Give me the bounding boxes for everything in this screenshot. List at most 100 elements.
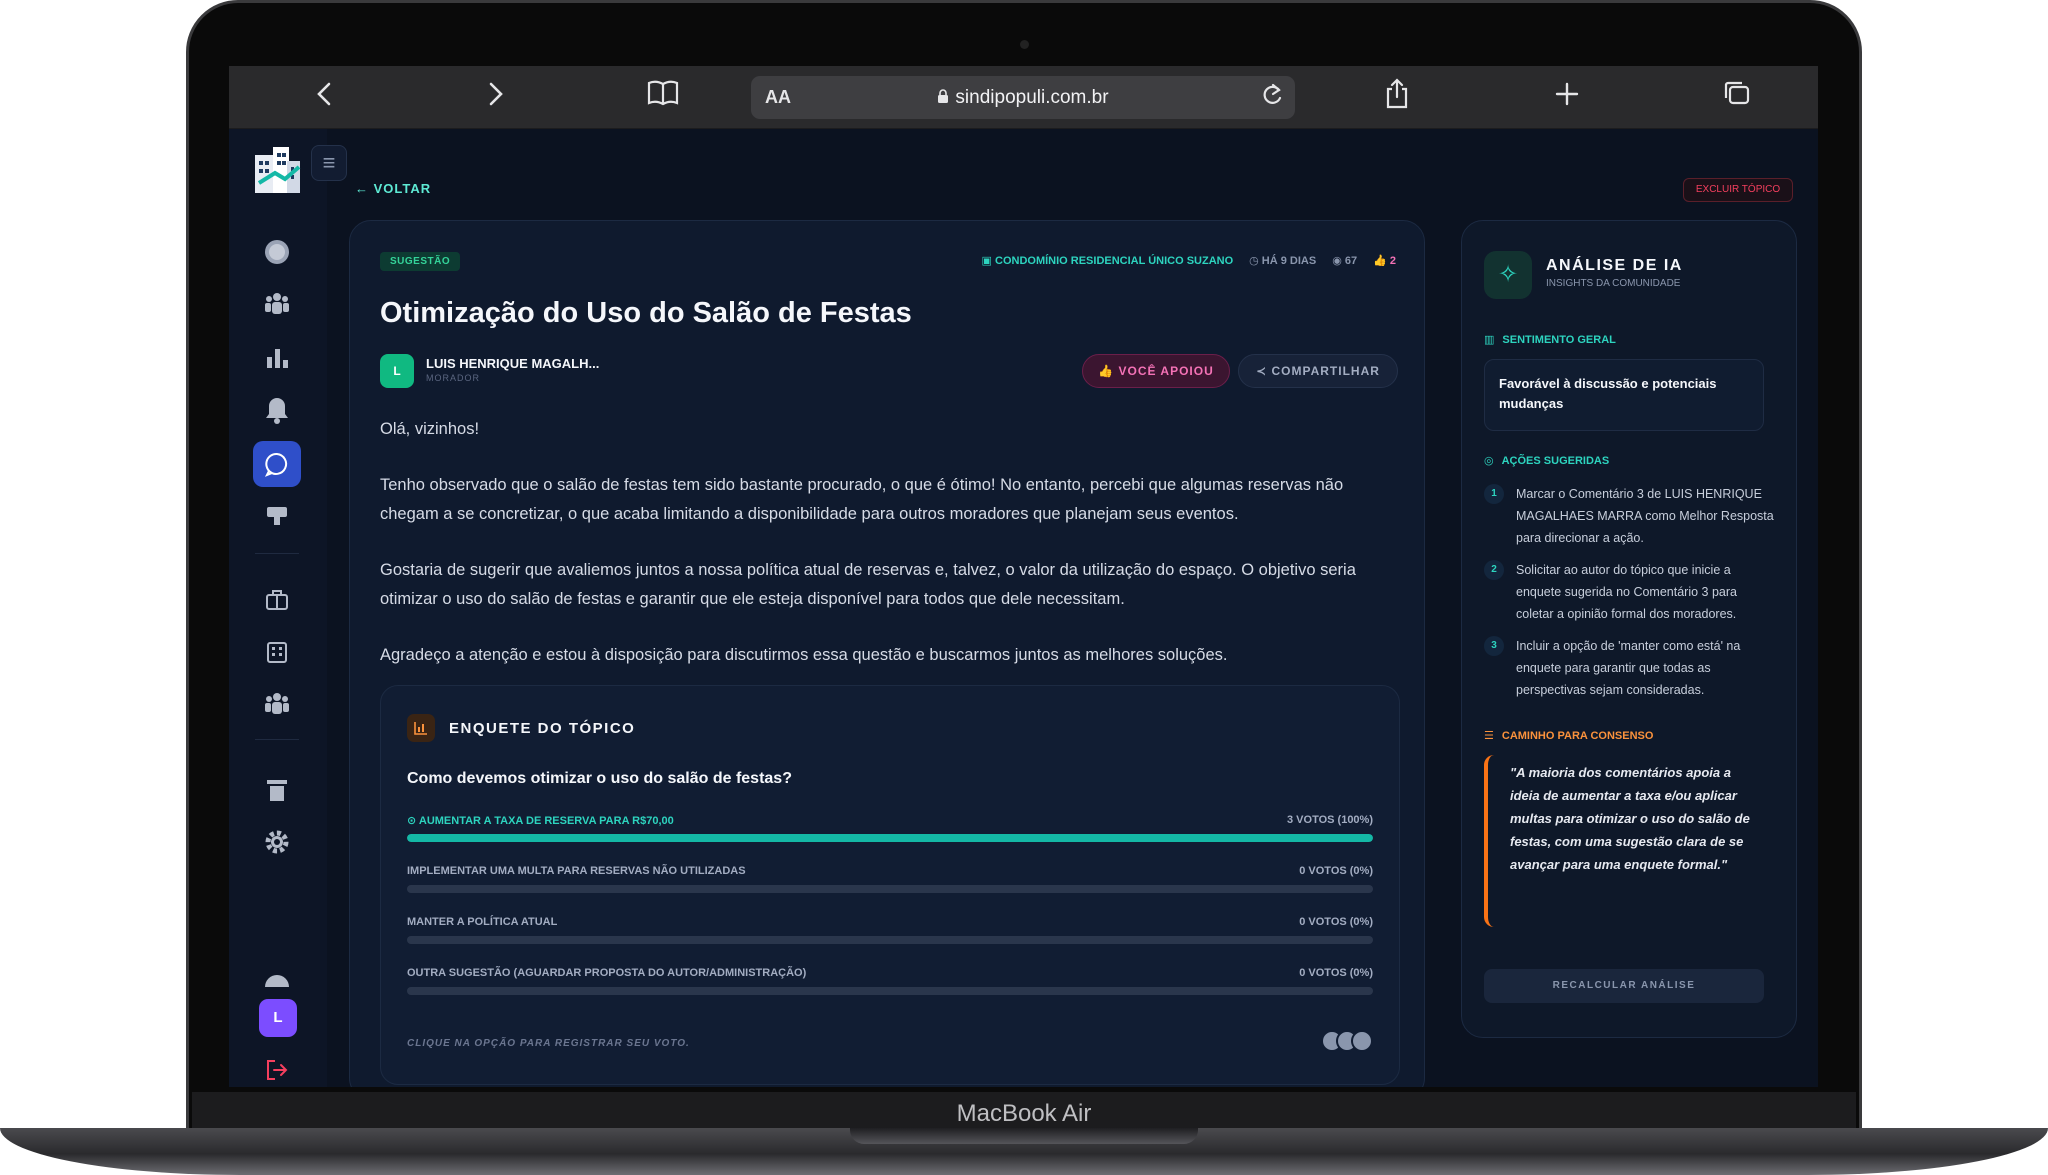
poll-option-label: IMPLEMENTAR UMA MULTA PARA RESERVAS NÃO … [407, 865, 746, 877]
url-text: sindipopuli.com.br [751, 87, 1295, 109]
actions-heading: ◎ AÇÕES SUGERIDAS [1484, 454, 1610, 468]
gear-icon[interactable] [253, 819, 301, 865]
logout-icon[interactable] [253, 1047, 301, 1087]
chat-icon[interactable] [253, 441, 301, 487]
chevron-right-icon[interactable] [475, 78, 515, 118]
poll-option-label: MANTER A POLÍTICA ATUAL [407, 916, 558, 928]
action-number: 1 [1484, 484, 1504, 504]
sentiment-heading: ▥ SENTIMENTO GERAL [1484, 333, 1616, 347]
voter-avatars [1321, 1030, 1373, 1052]
briefcase-icon[interactable] [253, 577, 301, 623]
recalculate-button[interactable]: RECALCULAR ANÁLISE [1484, 969, 1764, 1003]
body-paragraph: Agradeço a atenção e estou à disposição … [380, 646, 1228, 664]
poll-option-bar [407, 834, 1373, 842]
poll-option-label: OUTRA SUGESTÃO (AGUARDAR PROPOSTA DO AUT… [407, 967, 807, 979]
delete-topic-button[interactable]: EXCLUIR TÓPICO [1683, 178, 1793, 202]
back-link[interactable]: ← VOLTAR [355, 181, 431, 196]
url-value: sindipopuli.com.br [955, 87, 1109, 108]
app-logo[interactable] [251, 141, 303, 197]
device-label: MacBook Air [956, 1100, 1092, 1127]
poll-option-bar [407, 885, 1373, 893]
poll-option-votes: 3 VOTOS (100%) [1287, 814, 1373, 826]
poll-chart-icon [407, 714, 435, 742]
building-icon: ▣ [981, 255, 995, 267]
author-name[interactable]: LUIS HENRIQUE MAGALH... [426, 356, 599, 371]
poll-title: ENQUETE DO TÓPICO [449, 720, 636, 737]
laptop-chin: MacBook Air [192, 1092, 1856, 1130]
suggested-action: 1 Marcar o Comentário 3 de LUIS HENRIQUE… [1484, 483, 1774, 549]
voter-avatar [1351, 1030, 1373, 1052]
poll-option-bar [407, 936, 1373, 944]
poll-question: Como devemos otimizar o uso do salão de … [407, 770, 792, 787]
sidebar-divider [255, 739, 299, 740]
user-avatar[interactable]: L [259, 999, 297, 1037]
chevron-left-icon[interactable] [305, 78, 345, 118]
book-icon[interactable] [643, 78, 683, 118]
category-tag: SUGESTÃO [380, 252, 461, 271]
building-icon[interactable] [253, 629, 301, 675]
body-paragraph: Gostaria de sugerir que avaliemos juntos… [380, 561, 1356, 608]
chart-icon[interactable] [253, 335, 301, 381]
user-icon[interactable] [253, 957, 301, 1003]
consensus-heading: ☰ CAMINHO PARA CONSENSO [1484, 729, 1654, 743]
action-text: Incluir a opção de 'manter como está' na… [1516, 639, 1741, 697]
camera [1020, 40, 1029, 49]
bell-icon[interactable] [253, 387, 301, 433]
tabs-icon[interactable] [1717, 78, 1757, 118]
action-number: 2 [1484, 560, 1504, 580]
thumbs-up-icon: 👍 [1373, 255, 1390, 267]
plus-icon[interactable] [1547, 78, 1587, 118]
suggested-action: 3 Incluir a opção de 'manter como está' … [1484, 635, 1774, 701]
ai-title: ANÁLISE DE IA [1546, 257, 1683, 274]
list-icon: ☰ [1484, 730, 1494, 742]
poll-option-votes: 0 VOTOS (0%) [1299, 967, 1373, 979]
url-bar[interactable]: AA sindipopuli.com.br [751, 76, 1295, 119]
share-icon[interactable] [1377, 78, 1417, 118]
sparkles-icon: ✧ [1484, 251, 1532, 299]
action-number: 3 [1484, 636, 1504, 656]
poll-hint: CLIQUE NA OPÇÃO PARA REGISTRAR SEU VOTO. [407, 1038, 690, 1049]
support-button[interactable]: 👍 VOCÊ APOIOU [1082, 354, 1230, 388]
dashboard-icon[interactable] [253, 229, 301, 275]
people-icon[interactable] [253, 281, 301, 327]
topic-title: Otimização do Uso do Salão de Festas [380, 297, 912, 329]
thumbs-up-icon: 👍 [1098, 364, 1119, 378]
action-text: Marcar o Comentário 3 de LUIS HENRIQUE M… [1516, 487, 1774, 545]
topic-card: SUGESTÃO ▣ CONDOMÍNIO RESIDENCIAL ÚNICO … [349, 220, 1425, 1087]
browser-toolbar: AA sindipopuli.com.br [229, 66, 1818, 129]
group-icon[interactable] [253, 681, 301, 727]
check-circle-icon: ⊙ [407, 815, 419, 827]
sentiment-box: Favorável à discussão e potenciais mudan… [1484, 359, 1764, 431]
ai-subtitle: INSIGHTS DA COMUNIDADE [1546, 278, 1681, 289]
author-avatar: L [380, 354, 414, 388]
author-role: MORADOR [426, 373, 480, 383]
sidebar: ≡ L [229, 129, 347, 1087]
consensus-quote: "A maioria dos comentários apoia a ideia… [1484, 755, 1774, 927]
lock-icon [938, 89, 949, 103]
share-button[interactable]: ≺ COMPARTILHAR [1238, 354, 1398, 388]
ai-analysis-panel: ✧ ANÁLISE DE IA INSIGHTS DA COMUNIDADE ▥… [1461, 220, 1797, 1038]
eye-icon: ◉ [1332, 255, 1345, 267]
reload-icon[interactable] [1259, 80, 1285, 117]
body-paragraph: Tenho observado que o salão de festas te… [380, 476, 1344, 523]
menu-toggle-button[interactable]: ≡ [311, 145, 347, 181]
topic-meta: ▣ CONDOMÍNIO RESIDENCIAL ÚNICO SUZANO ◷ … [982, 254, 1396, 267]
target-icon: ◎ [1484, 455, 1494, 467]
topic-body: Olá, vizinhos! Tenho observado que o sal… [380, 415, 1400, 697]
action-text: Solicitar ao autor do tópico que inicie … [1516, 563, 1737, 621]
sidebar-divider [255, 553, 299, 554]
poll-option-fill [407, 834, 1373, 842]
trash-icon[interactable] [253, 767, 301, 813]
body-paragraph: Olá, vizinhos! [380, 420, 480, 438]
poll-option-bar [407, 987, 1373, 995]
laptop-notch [850, 1128, 1198, 1144]
condo-name: ▣ CONDOMÍNIO RESIDENCIAL ÚNICO SUZANO [981, 255, 1234, 267]
view-count: ◉ 67 [1332, 255, 1358, 267]
poll-option-votes: 0 VOTOS (0%) [1299, 865, 1373, 877]
megaphone-icon[interactable] [253, 493, 301, 539]
suggested-action: 2 Solicitar ao autor do tópico que inici… [1484, 559, 1774, 625]
topic-time: ◷ HÁ 9 DIAS [1249, 255, 1317, 267]
screen: AA sindipopuli.com.br ≡ L ← VOLTAR EXCLU… [229, 66, 1818, 1087]
like-count: 👍 2 [1373, 255, 1396, 267]
share-icon: ≺ [1256, 364, 1272, 378]
